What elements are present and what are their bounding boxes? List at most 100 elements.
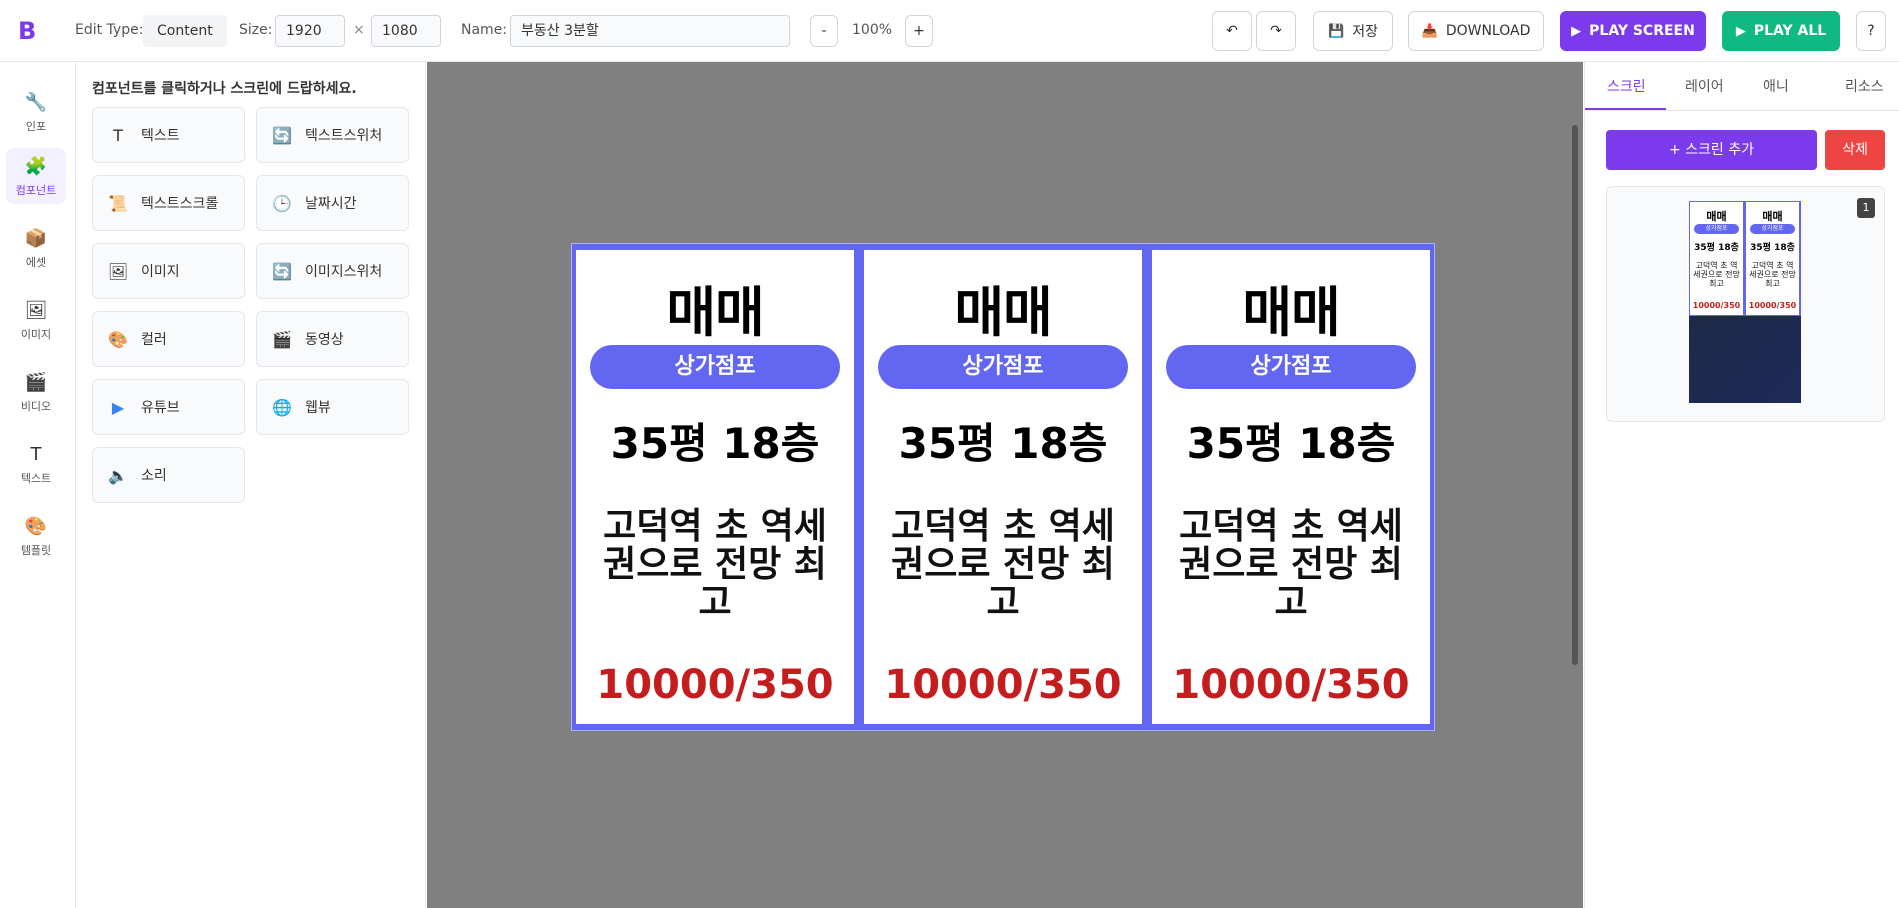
active-tab-indicator <box>1585 108 1666 110</box>
component-webview[interactable]: 🌐 웹뷰 <box>256 379 409 435</box>
rail-label: 텍스트 <box>20 472 52 485</box>
thumb-price: 10000/350 <box>1692 301 1741 310</box>
help-button[interactable]: ? <box>1856 11 1886 51</box>
rail-item-video[interactable]: 🎬 비디오 <box>6 364 66 420</box>
app-logo[interactable]: B <box>18 17 36 45</box>
edit-type-value[interactable]: Content <box>143 15 227 47</box>
rail-label: 컴포넌트 <box>15 184 57 197</box>
switch-icon: 🔄 <box>272 261 292 281</box>
component-label: 유튜브 <box>141 400 180 416</box>
component-label: 이미지 <box>141 264 180 280</box>
wrench-icon: 🔧 <box>24 92 48 113</box>
screen-column-1[interactable]: 매매 상가점포 35평 18층 고덕역 초 역세권으로 전망 최고 10000/… <box>576 250 854 724</box>
palette-hint: 컴포넌트를 클릭하거나 스크린에 드랍하세요. <box>92 81 357 97</box>
tab-screen[interactable]: 스크린 <box>1607 76 1646 96</box>
rail-label: 인포 <box>25 120 47 133</box>
right-panel: 스크린 레이어 애니 리소스 + 스크린 추가 삭제 1 매매 상가점포 35평… <box>1584 62 1899 908</box>
thumbnail-column: 매매 상가점포 35평 18층 고덕역 초 역세권으로 전망 최고 10000/… <box>1690 202 1743 315</box>
component-text[interactable]: T 텍스트 <box>92 107 245 163</box>
category-badge: 상가점포 <box>1166 345 1416 389</box>
tab-animation[interactable]: 애니 <box>1763 76 1789 96</box>
rail-item-components[interactable]: 🧩 컴포넌트 <box>6 148 66 204</box>
box-icon: 📦 <box>24 228 48 249</box>
play-icon: ▶ <box>1571 23 1582 39</box>
rail-item-templates[interactable]: 🎨 템플릿 <box>6 508 66 564</box>
download-icon: 📥 <box>1421 23 1438 39</box>
component-youtube[interactable]: ▶ 유튜브 <box>92 379 245 435</box>
delete-screen-button[interactable]: 삭제 <box>1825 130 1885 170</box>
play-icon: ▶ <box>111 397 125 417</box>
component-text-switcher[interactable]: 🔄 텍스트스위처 <box>256 107 409 163</box>
component-image[interactable]: 🖼 이미지 <box>92 243 245 299</box>
screen-number-badge: 1 <box>1857 198 1875 218</box>
text-icon: T <box>113 125 123 145</box>
deal-type: 매매 <box>954 281 1052 344</box>
play-all-button[interactable]: ▶ PLAY ALL <box>1722 11 1840 51</box>
thumb-desc: 고덕역 초 역세권으로 전망 최고 <box>1749 261 1796 288</box>
image-icon: 🖼 <box>107 261 129 281</box>
screen-thumbnail[interactable]: 매매 상가점포 35평 18층 고덕역 초 역세권으로 전망 최고 10000/… <box>1689 201 1801 403</box>
thumb-title: 매매 <box>1706 210 1727 223</box>
area-floor: 35평 18층 <box>610 419 820 468</box>
screen-column-2[interactable]: 매매 상가점포 35평 18층 고덕역 초 역세권으로 전망 최고 10000/… <box>864 250 1142 724</box>
rail-item-info[interactable]: 🔧 인포 <box>6 84 66 140</box>
thumb-category: 상가점포 <box>1750 224 1795 234</box>
play-screen-button[interactable]: ▶ PLAY SCREEN <box>1560 11 1706 51</box>
tab-resource[interactable]: 리소스 <box>1845 76 1884 96</box>
rail-item-assets[interactable]: 📦 에셋 <box>6 220 66 276</box>
zoom-out-button[interactable]: - <box>810 15 838 47</box>
height-input[interactable]: 1080 <box>371 15 441 47</box>
name-label: Name: <box>461 22 508 38</box>
component-palette: 컴포넌트를 클릭하거나 스크린에 드랍하세요. T 텍스트 🔄 텍스트스위처 📜… <box>76 62 426 908</box>
image-icon: 🖼 <box>24 300 48 321</box>
rail-label: 에셋 <box>25 256 47 269</box>
undo-icon: ↶ <box>1226 23 1238 39</box>
component-label: 이미지스위처 <box>305 264 383 280</box>
canvas-scrollbar[interactable] <box>1572 125 1578 665</box>
rail-label: 이미지 <box>20 328 52 341</box>
component-text-scroll[interactable]: 📜 텍스트스크롤 <box>92 175 245 231</box>
area-floor: 35평 18층 <box>898 419 1108 468</box>
rail-item-text[interactable]: T 텍스트 <box>6 436 66 492</box>
component-color[interactable]: 🎨 컬러 <box>92 311 245 367</box>
price: 10000/350 <box>1172 662 1410 708</box>
undo-button[interactable]: ↶ <box>1212 11 1252 51</box>
thumb-size: 35평 18층 <box>1694 243 1739 253</box>
speaker-icon: 🔈 <box>108 465 128 485</box>
clock-icon: 🕒 <box>272 193 292 213</box>
component-datetime[interactable]: 🕒 날짜시간 <box>256 175 409 231</box>
screen-preview[interactable]: 매매 상가점포 35평 18층 고덕역 초 역세권으로 전망 최고 10000/… <box>571 243 1435 731</box>
download-button[interactable]: 📥 DOWNLOAD <box>1408 11 1544 51</box>
tab-layer[interactable]: 레이어 <box>1685 76 1724 96</box>
rail-label: 비디오 <box>20 400 52 413</box>
save-label: 저장 <box>1352 24 1378 40</box>
zoom-in-button[interactable]: + <box>905 15 933 47</box>
play-icon: ▶ <box>1735 23 1746 39</box>
switch-icon: 🔄 <box>272 125 292 145</box>
globe-icon: 🌐 <box>272 397 292 417</box>
component-image-switcher[interactable]: 🔄 이미지스위처 <box>256 243 409 299</box>
save-button[interactable]: 💾 저장 <box>1313 11 1393 51</box>
rail-item-images[interactable]: 🖼 이미지 <box>6 292 66 348</box>
component-label: 소리 <box>141 468 167 484</box>
screen-column-3[interactable]: 매매 상가점포 35평 18층 고덕역 초 역세권으로 전망 최고 10000/… <box>1152 250 1430 724</box>
name-input[interactable]: 부동산 3분할 <box>510 15 790 47</box>
palette-icon: 🎨 <box>24 516 48 537</box>
thumb-category: 상가점포 <box>1694 224 1739 234</box>
description: 고덕역 초 역세권으로 전망 최고 <box>1179 506 1403 623</box>
component-sound[interactable]: 🔈 소리 <box>92 447 245 503</box>
component-video[interactable]: 🎬 동영상 <box>256 311 409 367</box>
add-screen-button[interactable]: + 스크린 추가 <box>1606 130 1817 170</box>
component-label: 동영상 <box>305 332 344 348</box>
zoom-level: 100% <box>852 22 893 38</box>
redo-button[interactable]: ↷ <box>1256 11 1296 51</box>
scroll-icon: 📜 <box>108 193 128 213</box>
rail-label: 템플릿 <box>20 544 52 557</box>
download-label: DOWNLOAD <box>1445 23 1531 39</box>
play-all-label: PLAY ALL <box>1753 23 1827 39</box>
price: 10000/350 <box>884 662 1122 708</box>
thumb-size: 35평 18층 <box>1750 243 1795 253</box>
thumbnail-column: 매매 상가점포 35평 18층 고덕역 초 역세권으로 전망 최고 10000/… <box>1746 202 1799 315</box>
screen-thumbnail-card[interactable]: 1 매매 상가점포 35평 18층 고덕역 초 역세권으로 전망 최고 1000… <box>1606 186 1885 422</box>
width-input[interactable]: 1920 <box>275 15 345 47</box>
